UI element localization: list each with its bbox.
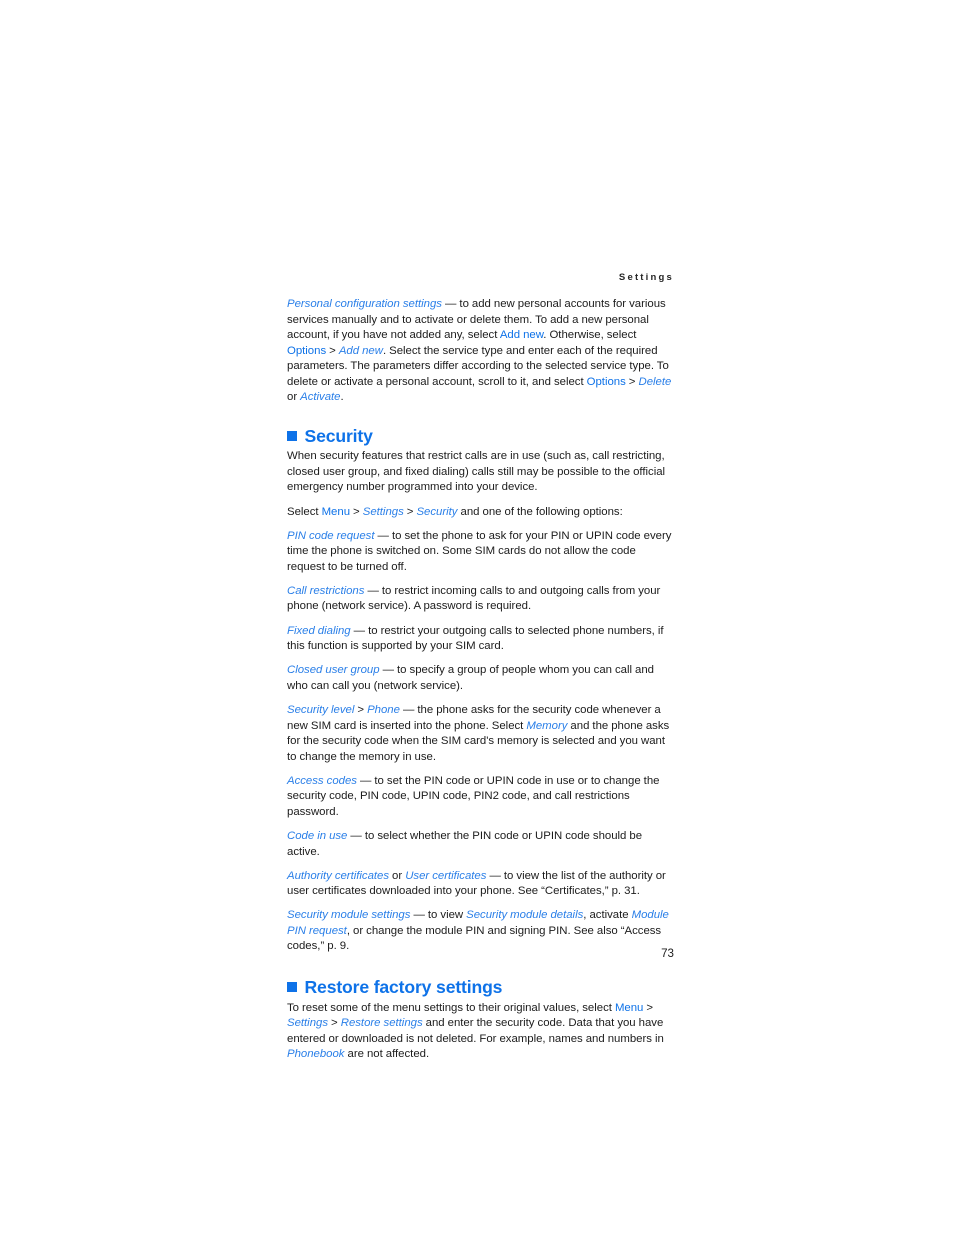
- square-bullet-icon: [287, 430, 297, 441]
- dash: —: [364, 584, 382, 597]
- separator: >: [403, 505, 417, 518]
- separator: >: [354, 704, 368, 716]
- dash: —: [374, 529, 392, 542]
- separator: >: [326, 344, 339, 357]
- separator: >: [328, 1017, 341, 1030]
- paragraph-security-intro: When security features that restrict cal…: [287, 450, 666, 494]
- paragraph-certificates: Authority certificates or User certifica…: [287, 869, 675, 900]
- menu-phonebook: Phonebook: [287, 1048, 345, 1061]
- term-security-module-settings: Security module settings: [287, 909, 411, 922]
- text: to view: [427, 909, 467, 922]
- text: or: [389, 869, 406, 882]
- paragraph-access-codes: Access codes — to set the PIN code or UP…: [287, 774, 675, 821]
- dash: —: [347, 830, 365, 843]
- text: , activate: [583, 909, 632, 922]
- menu-activate: Activate: [300, 391, 341, 404]
- text: Select: [287, 505, 322, 518]
- text: and one of the following options:: [457, 505, 623, 518]
- dash: —: [379, 664, 398, 677]
- term-user-certificates: User certificates: [405, 869, 487, 882]
- menu-settings: Settings: [362, 505, 404, 518]
- section-restore-factory-settings: Restore factory settings To reset some o…: [287, 977, 675, 1063]
- dash: —: [486, 869, 504, 882]
- text: .: [340, 391, 344, 404]
- heading-security-label: Security: [304, 425, 373, 446]
- page-number: 73: [661, 947, 674, 960]
- term-security-module-details: Security module details: [466, 909, 584, 922]
- manual-page: Settings Personal configuration settings…: [0, 0, 954, 1235]
- menu-delete: Delete: [638, 375, 672, 388]
- term-code-in-use: Code in use: [287, 830, 348, 843]
- paragraph-call-restrictions: Call restrictions — to restrict incoming…: [287, 584, 675, 615]
- heading-security: Security: [287, 426, 675, 446]
- heading-restore-label: Restore factory settings: [304, 977, 503, 998]
- dash: —: [399, 704, 418, 716]
- menu-memory: Memory: [526, 719, 568, 732]
- menu-restore-settings: Restore settings: [340, 1017, 423, 1030]
- paragraph-closed-user-group: Closed user group — to specify a group o…: [287, 663, 675, 694]
- separator: >: [643, 1001, 654, 1014]
- softkey-menu: Menu: [614, 1001, 644, 1014]
- term-pin-code-request: PIN code request: [287, 529, 375, 542]
- heading-restore-factory-settings: Restore factory settings: [287, 977, 675, 997]
- text: . Otherwise, select: [543, 329, 637, 342]
- separator: >: [625, 375, 639, 388]
- softkey-menu: Menu: [321, 505, 351, 518]
- term-call-restrictions: Call restrictions: [287, 584, 365, 597]
- softkey-options: Options: [287, 344, 327, 357]
- dash: —: [356, 774, 375, 787]
- term-personal-configuration-settings: Personal configuration settings: [287, 298, 442, 310]
- dash: —: [350, 624, 369, 637]
- term-closed-user-group: Closed user group: [287, 664, 380, 677]
- square-bullet-icon: [287, 982, 297, 993]
- paragraph-security-level: Security level > Phone — the phone asks …: [287, 703, 675, 765]
- text: To reset some of the menu settings to th…: [287, 1001, 615, 1014]
- running-header: Settings: [618, 272, 674, 283]
- section-security: Security When security features that res…: [287, 426, 675, 955]
- paragraph-personal-configuration-settings: Personal configuration settings — to add…: [287, 297, 675, 406]
- softkey-add-new: Add new: [499, 329, 544, 342]
- dash: —: [441, 298, 460, 310]
- menu-settings: Settings: [287, 1017, 328, 1030]
- softkey-options-2: Options: [586, 375, 626, 388]
- text: or: [287, 391, 301, 404]
- paragraph-code-in-use: Code in use — to select whether the PIN …: [287, 829, 675, 860]
- separator: >: [350, 505, 363, 518]
- term-security-level: Security level: [287, 704, 355, 716]
- term-authority-certificates: Authority certificates: [287, 869, 390, 882]
- menu-add-new: Add new: [338, 344, 383, 357]
- term-fixed-dialing: Fixed dialing: [287, 624, 351, 637]
- dash: —: [410, 909, 428, 922]
- paragraph-restore-factory-settings: To reset some of the menu settings to th…: [287, 1001, 675, 1063]
- menu-security: Security: [416, 505, 458, 518]
- term-access-codes: Access codes: [287, 774, 357, 787]
- term-phone: Phone: [367, 704, 400, 716]
- paragraph-pin-code-request: PIN code request — to set the phone to a…: [287, 529, 675, 576]
- paragraph-fixed-dialing: Fixed dialing — to restrict your outgoin…: [287, 624, 675, 655]
- paragraph-security-path: Select Menu > Settings > Security and on…: [287, 505, 675, 521]
- text: are not affected.: [344, 1048, 430, 1061]
